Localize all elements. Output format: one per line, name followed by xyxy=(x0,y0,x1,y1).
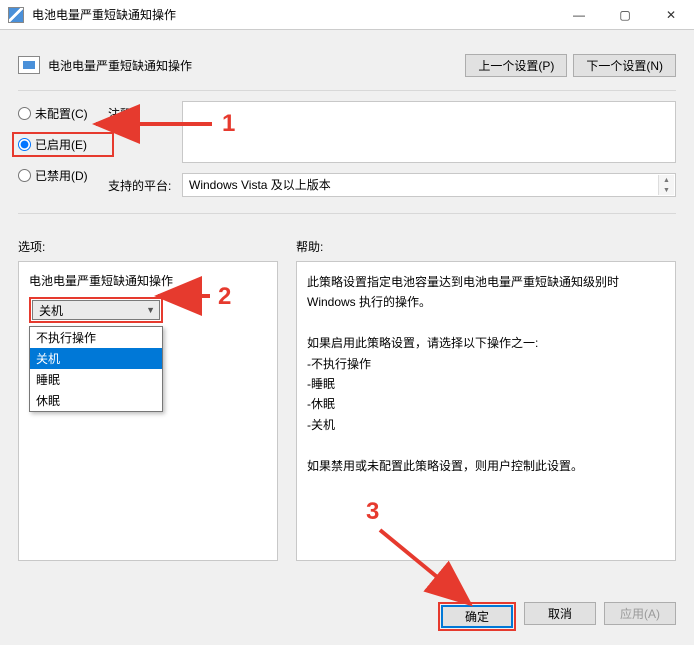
dropdown-option[interactable]: 睡眠 xyxy=(30,369,162,390)
help-line: 如果启用此策略设置，请选择以下操作之一: xyxy=(307,333,665,353)
radio-enabled[interactable]: 已启用(E) xyxy=(18,136,108,153)
app-icon xyxy=(8,7,24,23)
dropdown-option[interactable]: 关机 xyxy=(30,348,162,369)
comment-textarea[interactable] xyxy=(182,101,676,163)
cancel-button[interactable]: 取消 xyxy=(524,602,596,625)
next-setting-button[interactable]: 下一个设置(N) xyxy=(573,54,676,77)
help-line xyxy=(307,435,665,455)
help-pane: 此策略设置指定电池容量达到电池电量严重短缺通知级别时 Windows 执行的操作… xyxy=(296,261,676,561)
help-line xyxy=(307,313,665,333)
radio-disabled[interactable]: 已禁用(D) xyxy=(18,167,108,184)
help-line: 如果禁用或未配置此策略设置，则用户控制此设置。 xyxy=(307,456,665,476)
window-title: 电池电量严重短缺通知操作 xyxy=(32,6,176,23)
header-title: 电池电量严重短缺通知操作 xyxy=(48,57,192,74)
help-label: 帮助: xyxy=(296,238,323,255)
policy-dialog: 电池电量严重短缺通知操作 — ▢ ✕ 电池电量严重短缺通知操作 上一个设置(P)… xyxy=(0,0,694,645)
platform-label: 支持的平台: xyxy=(108,173,174,197)
prev-setting-button[interactable]: 上一个设置(P) xyxy=(465,54,567,77)
titlebar: 电池电量严重短缺通知操作 — ▢ ✕ xyxy=(0,0,694,30)
close-button[interactable]: ✕ xyxy=(648,0,694,30)
minimize-button[interactable]: — xyxy=(556,0,602,30)
divider xyxy=(18,213,676,214)
options-pane: 电池电量严重短缺通知操作 关机 ▼ 不执行操作 关机 睡眠 休眠 xyxy=(18,261,278,561)
help-line: -睡眠 xyxy=(307,374,665,394)
dropdown-list: 不执行操作 关机 睡眠 休眠 xyxy=(29,326,163,412)
options-caption: 电池电量严重短缺通知操作 xyxy=(29,272,267,289)
help-line: -休眠 xyxy=(307,394,665,414)
help-line: -关机 xyxy=(307,415,665,435)
platform-field: Windows Vista 及以上版本 ▲▼ xyxy=(182,173,676,197)
chevron-down-icon: ▼ xyxy=(146,305,155,315)
spin-up-icon[interactable]: ▲ xyxy=(658,175,674,185)
dropdown-option[interactable]: 不执行操作 xyxy=(30,327,162,348)
dropdown-option[interactable]: 休眠 xyxy=(30,390,162,411)
policy-icon xyxy=(18,56,40,74)
radio-unconfigured[interactable]: 未配置(C) xyxy=(18,105,108,122)
divider xyxy=(18,90,676,91)
help-line: -不执行操作 xyxy=(307,354,665,374)
comment-label: 注释: xyxy=(108,101,174,163)
maximize-button[interactable]: ▢ xyxy=(602,0,648,30)
options-label: 选项: xyxy=(18,238,296,255)
help-line: 此策略设置指定电池容量达到电池电量严重短缺通知级别时 Windows 执行的操作… xyxy=(307,272,665,313)
platform-value: Windows Vista 及以上版本 xyxy=(189,178,331,192)
apply-button[interactable]: 应用(A) xyxy=(604,602,676,625)
dropdown-value: 关机 xyxy=(39,302,63,319)
action-dropdown[interactable]: 关机 ▼ xyxy=(32,300,160,320)
spin-down-icon[interactable]: ▼ xyxy=(658,185,674,195)
ok-button[interactable]: 确定 xyxy=(441,605,513,628)
